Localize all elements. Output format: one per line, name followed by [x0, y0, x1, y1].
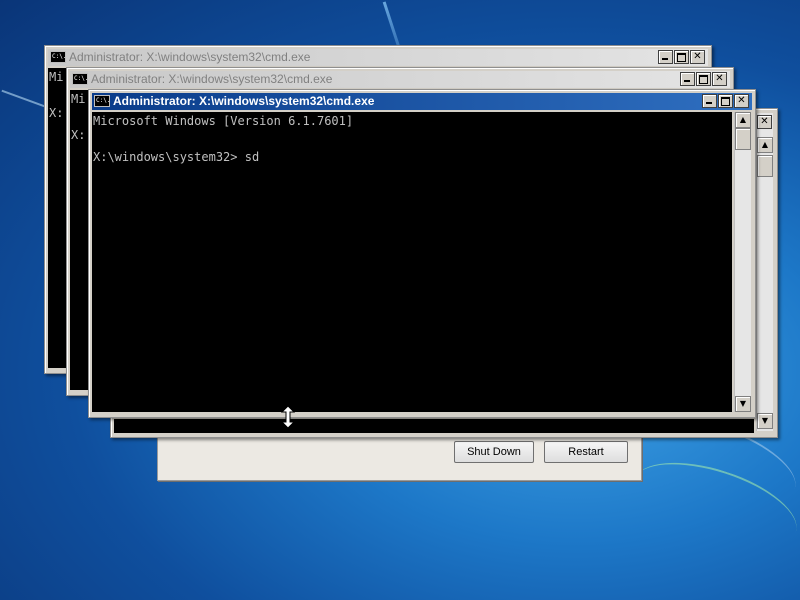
- shut-down-button[interactable]: Shut Down: [454, 441, 534, 463]
- cmd-icon: C:\.: [94, 95, 110, 107]
- close-button[interactable]: ✕: [690, 50, 705, 64]
- cmd-icon: C:\.: [72, 73, 88, 85]
- console-line: X:\windows\system32> sd: [93, 150, 260, 164]
- cmd-window-active[interactable]: C:\. Administrator: X:\windows\system32\…: [88, 89, 756, 418]
- close-button[interactable]: ✕: [757, 115, 772, 129]
- console-line: Microsoft Windows [Version 6.1.7601]: [93, 114, 354, 128]
- console-area[interactable]: Microsoft Windows [Version 6.1.7601] X:\…: [92, 112, 732, 412]
- minimize-button[interactable]: [680, 72, 695, 86]
- scroll-up-button[interactable]: ▲: [757, 137, 773, 153]
- scroll-down-button[interactable]: ▼: [757, 413, 773, 429]
- close-button[interactable]: ✕: [734, 94, 749, 108]
- cmd-icon: C:\.: [50, 51, 66, 63]
- vertical-scrollbar[interactable]: ▲ ▼: [734, 112, 751, 412]
- console-area[interactable]: [114, 419, 754, 433]
- resize-vertical-cursor-icon: [281, 406, 295, 428]
- vertical-scrollbar[interactable]: ✕ ▲ ▼: [756, 113, 773, 431]
- wallpaper-streak: [623, 445, 800, 567]
- maximize-button[interactable]: [696, 72, 711, 86]
- maximize-button[interactable]: [718, 94, 733, 108]
- scroll-thumb[interactable]: [735, 128, 751, 150]
- maximize-button[interactable]: [674, 50, 689, 64]
- window-title: Administrator: X:\windows\system32\cmd.e…: [113, 94, 375, 108]
- minimize-button[interactable]: [658, 50, 673, 64]
- minimize-button[interactable]: [702, 94, 717, 108]
- close-button[interactable]: ✕: [712, 72, 727, 86]
- window-title: Administrator: X:\windows\system32\cmd.e…: [69, 50, 311, 64]
- title-bar[interactable]: C:\. Administrator: X:\windows\system32\…: [70, 71, 730, 88]
- scroll-thumb[interactable]: [757, 155, 773, 177]
- scroll-down-button[interactable]: ▼: [735, 396, 751, 412]
- window-title: Administrator: X:\windows\system32\cmd.e…: [91, 72, 333, 86]
- restart-button[interactable]: Restart: [544, 441, 628, 463]
- title-bar[interactable]: C:\. Administrator: X:\windows\system32\…: [48, 49, 708, 66]
- title-bar[interactable]: C:\. Administrator: X:\windows\system32\…: [92, 93, 752, 110]
- scroll-up-button[interactable]: ▲: [735, 112, 751, 128]
